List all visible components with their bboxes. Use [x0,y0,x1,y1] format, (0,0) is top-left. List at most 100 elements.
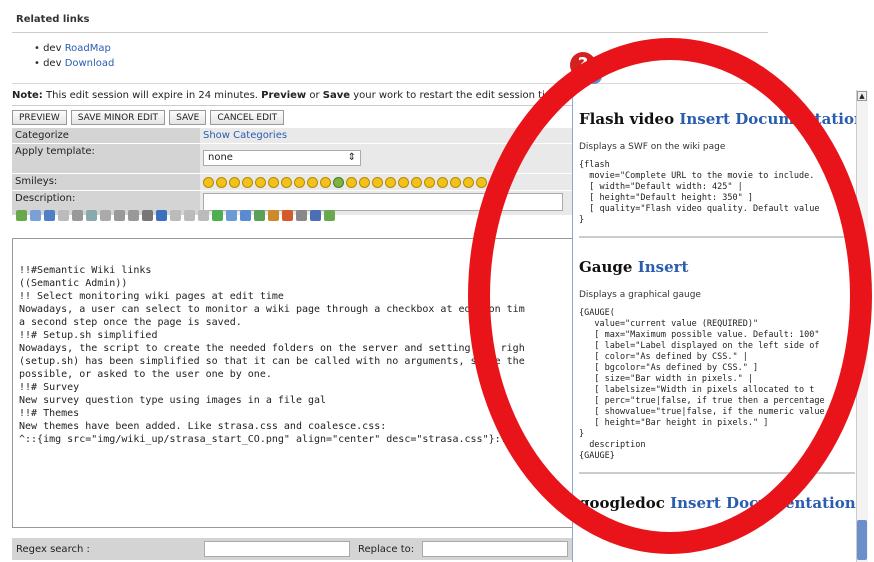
heading-icon[interactable] [184,209,195,221]
note-label: Note: [12,90,43,101]
code-line: description [579,440,646,450]
smiley-icon[interactable] [398,177,409,188]
smiley-icon[interactable] [229,177,240,188]
box-icon[interactable] [240,209,251,221]
edit-session-note: Note: This edit session will expire in 2… [12,90,584,106]
editor-line: !!# Setup.sh simplified [19,330,158,341]
numbered-list-icon[interactable] [128,209,139,221]
special-char-icon[interactable] [324,209,335,221]
plugin-icon[interactable] [254,209,265,221]
regex-search-label: Regex search : [16,543,90,555]
italic-icon[interactable] [142,209,153,221]
editor-line: !!#Semantic Wiki links [19,265,152,276]
template-select[interactable]: none ⇕ [203,150,361,166]
smiley-icon[interactable] [424,177,435,188]
categorize-row: Categorize Show Categories [12,128,584,144]
code-line: {GAUGE} [579,451,615,461]
section-description: Displays a SWF on the wiki page [579,142,726,152]
code-line: [ perc="true|false, if true then a perce… [579,396,825,406]
email-icon[interactable] [226,209,237,221]
fullscreen-icon[interactable] [16,209,27,221]
link-icon[interactable] [100,209,111,221]
scrollbar-thumb[interactable] [857,242,867,332]
code-line: [ bgcolor="As defined by CSS." ] [579,363,759,373]
bold-icon[interactable] [310,209,321,221]
smiley-icon[interactable] [411,177,422,188]
note-text: This edit session will expire in 24 minu… [42,90,262,101]
smiley-icon[interactable] [359,177,370,188]
scroll-up-arrow-icon[interactable]: ▲ [857,91,867,101]
template-selected: none [208,152,233,163]
divider [579,236,855,238]
regex-search-input[interactable] [204,541,350,557]
link-prefix: dev [43,58,62,69]
globe-icon[interactable] [212,209,223,221]
image-icon[interactable] [44,209,55,221]
smiley-icon[interactable] [203,177,214,188]
smiley-icon[interactable] [242,177,253,188]
insert-link[interactable]: Insert [638,258,689,276]
code-line: } [579,429,585,439]
categorize-label: Categorize [12,128,200,143]
editor-line: Nowadays, a user can select to monitor a… [19,304,525,315]
chevron-updown-icon: ⇕ [347,152,356,163]
pane-scrollbar[interactable]: ▲ [856,90,868,562]
code-line: [ labelsize="Width in pixels allocated t… [579,385,815,395]
roadmap-link[interactable]: RoadMap [65,43,111,54]
smiley-icon[interactable] [320,177,331,188]
heading-icon[interactable] [170,209,181,221]
smiley-icon[interactable] [333,177,344,188]
smiley-icon[interactable] [385,177,396,188]
smiley-icon[interactable] [346,177,357,188]
page-icon[interactable] [156,209,167,221]
replace-input[interactable] [422,541,569,557]
show-categories-link[interactable]: Show Categories [203,130,287,141]
related-links-list: dev RoadMap dev Download [34,41,114,71]
smiley-icon[interactable] [476,177,487,188]
scrollbar-thumb[interactable] [857,520,867,560]
smiley-icon[interactable] [294,177,305,188]
section-code: {flash movie="Complete URL to the movie … [579,160,855,226]
table-icon[interactable] [86,209,97,221]
underline-icon[interactable] [58,209,69,221]
editor-line: !! Select monitoring wiki pages at edit … [19,291,284,302]
resize-icon[interactable] [30,209,41,221]
section-description: Displays a graphical gauge [579,290,701,300]
editor-line: !!# Survey [19,382,80,393]
smiley-icon[interactable] [255,177,266,188]
editor-line: New themes have been added. Like strasa.… [19,421,387,432]
color-icon[interactable] [268,209,279,221]
preview-button[interactable]: PREVIEW [12,110,67,125]
smiley-icon[interactable] [489,177,500,188]
wiki-edit-toolbar [12,206,584,224]
wiki-edit-textarea[interactable]: !!#Semantic Wiki links ((Semantic Admin))… [12,238,584,528]
code-line: [ max="Maximum possible value. Default: … [579,330,820,340]
insert-documentation-link[interactable]: Insert Documentation [679,110,865,128]
save-minor-edit-button[interactable]: SAVE MINOR EDIT [70,110,166,125]
heading-icon[interactable] [198,209,209,221]
separator-icon[interactable] [296,209,307,221]
chart-icon[interactable] [282,209,293,221]
save-button[interactable]: SAVE [169,110,207,125]
smiley-icon[interactable] [437,177,448,188]
smiley-icon[interactable] [307,177,318,188]
align-icon[interactable] [72,209,83,221]
cancel-edit-button[interactable]: CANCEL EDIT [210,110,285,125]
list-icon[interactable] [114,209,125,221]
template-label: Apply template: [12,144,200,173]
smiley-icon[interactable] [268,177,279,188]
help-content: Flash video Insert Documentation Display… [579,90,865,512]
section-heading: Flash video Insert Documentation [579,110,865,128]
edit-toolbar: PREVIEW SAVE MINOR EDIT SAVE CANCEL EDIT [12,110,285,126]
editor-line: ((Semantic Admin)) [19,278,128,289]
smiley-icon[interactable] [372,177,383,188]
template-value: none ⇕ [200,144,584,173]
insert-documentation-link[interactable]: Insert Documentation [670,494,856,512]
smiley-icon[interactable] [281,177,292,188]
download-link[interactable]: Download [65,58,115,69]
smiley-icon[interactable] [216,177,227,188]
code-line: [ quality="Flash video quality. Default … [579,204,820,214]
editor-line: !!# Themes [19,408,80,419]
smiley-icon[interactable] [463,177,474,188]
smiley-icon[interactable] [450,177,461,188]
